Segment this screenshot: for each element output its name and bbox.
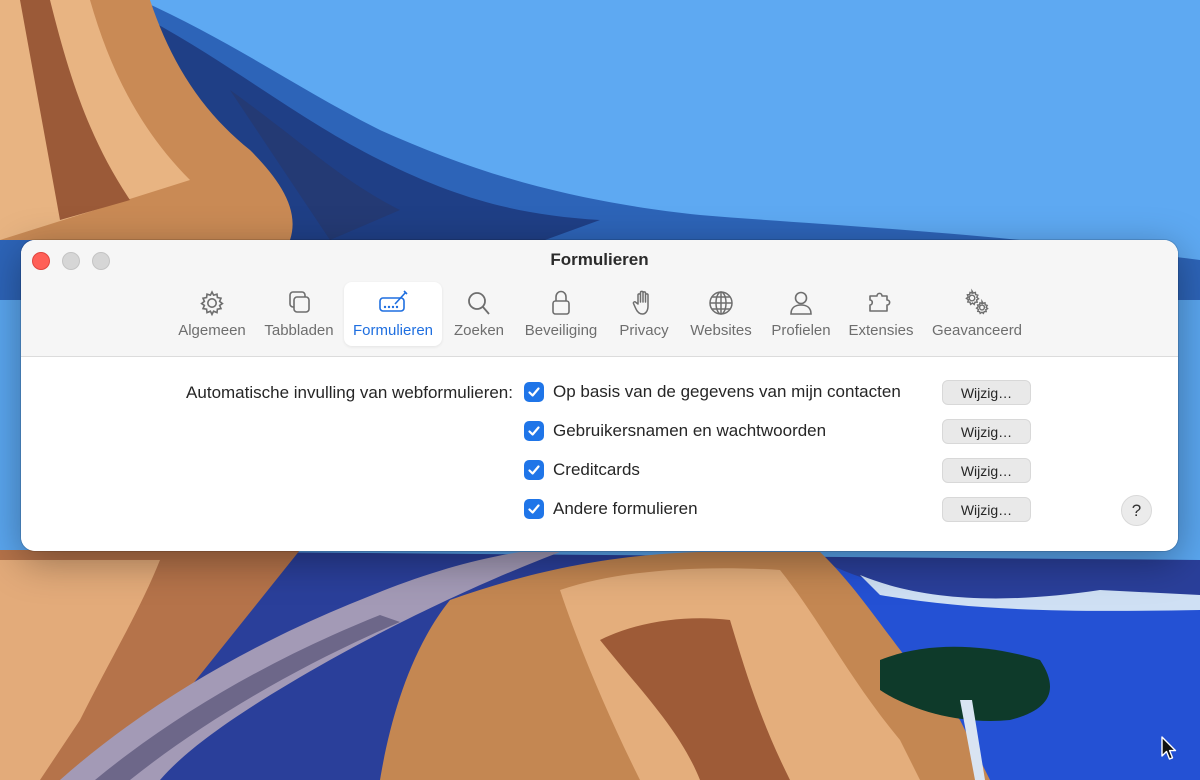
forms-settings-pane: Automatische invulling van webformuliere… [21,357,1178,551]
tab-algemeen-label: Algemeen [178,322,246,339]
search-icon [468,292,490,315]
option-creditcards-row: Creditcards [524,457,640,483]
tab-websites-label: Websites [690,322,752,339]
passwords-checkbox[interactable] [524,421,544,441]
tab-privacy-label: Privacy [619,322,669,339]
checkmark-icon [528,387,540,397]
tab-extensies-label: Extensies [848,322,914,339]
edit-other-forms-button[interactable]: Wijzig… [942,497,1031,522]
option-passwords-row: Gebruikersnamen en wachtwoorden [524,418,826,444]
preferences-toolbar: Algemeen Tabbladen Formulieren Zoeken Be… [21,282,1178,346]
tab-zoeken[interactable]: Zoeken [447,282,511,346]
tab-geavanceerd[interactable]: Geavanceerd [926,282,1028,346]
option-other-forms-row: Andere formulieren [524,496,698,522]
tab-geavanceerd-label: Geavanceerd [931,322,1023,339]
globe-icon [709,291,733,315]
puzzle-icon [869,292,891,312]
tab-formulieren-label: Formulieren [352,322,434,339]
creditcards-checkbox[interactable] [524,460,544,480]
creditcards-option-label: Creditcards [553,460,640,479]
tab-formulieren[interactable]: Formulieren [344,282,442,346]
window-title: Formulieren [550,250,649,269]
tab-beveiliging-label: Beveiliging [524,322,598,339]
contacts-checkbox[interactable] [524,382,544,402]
help-button[interactable]: ? [1121,495,1152,526]
contacts-option-label: Op basis van de gegevens van mijn contac… [553,382,901,401]
window-titlebar: Formulieren Algemeen Tabbladen Formulier… [21,240,1178,357]
option-contacts-row: Op basis van de gegevens van mijn contac… [524,379,901,405]
other-forms-option-label: Andere formulieren [553,499,698,518]
form-pen-icon [379,290,408,312]
edit-creditcards-button[interactable]: Wijzig… [942,458,1031,483]
tab-websites[interactable]: Websites [683,282,759,346]
person-icon [790,291,812,315]
checkmark-icon [528,465,540,475]
other-forms-checkbox[interactable] [524,499,544,519]
tab-profielen[interactable]: Profielen [764,282,838,346]
tab-tabbladen[interactable]: Tabbladen [259,282,339,346]
gear-icon [200,290,224,317]
tab-beveiliging[interactable]: Beveiliging [516,282,606,346]
tab-algemeen[interactable]: Algemeen [171,282,253,346]
tab-profielen-label: Profielen [771,322,831,339]
tab-tabbladen-label: Tabbladen [264,322,334,339]
mouse-cursor-icon [1161,736,1177,760]
tab-extensies[interactable]: Extensies [843,282,919,346]
checkmark-icon [528,426,540,436]
passwords-option-label: Gebruikersnamen en wachtwoorden [553,421,827,440]
edit-passwords-button[interactable]: Wijzig… [942,419,1031,444]
edit-contacts-button[interactable]: Wijzig… [942,380,1031,405]
autofill-label: Automatische invulling van webformuliere… [186,383,513,402]
tab-privacy[interactable]: Privacy [611,282,677,346]
tabs-icon [289,291,310,313]
preferences-window: Formulieren Algemeen Tabbladen Formulier… [21,240,1178,551]
gears-icon [965,288,989,315]
checkmark-icon [528,504,540,514]
tab-zoeken-label: Zoeken [453,322,505,339]
hand-icon [632,290,649,315]
lock-icon [552,290,570,315]
